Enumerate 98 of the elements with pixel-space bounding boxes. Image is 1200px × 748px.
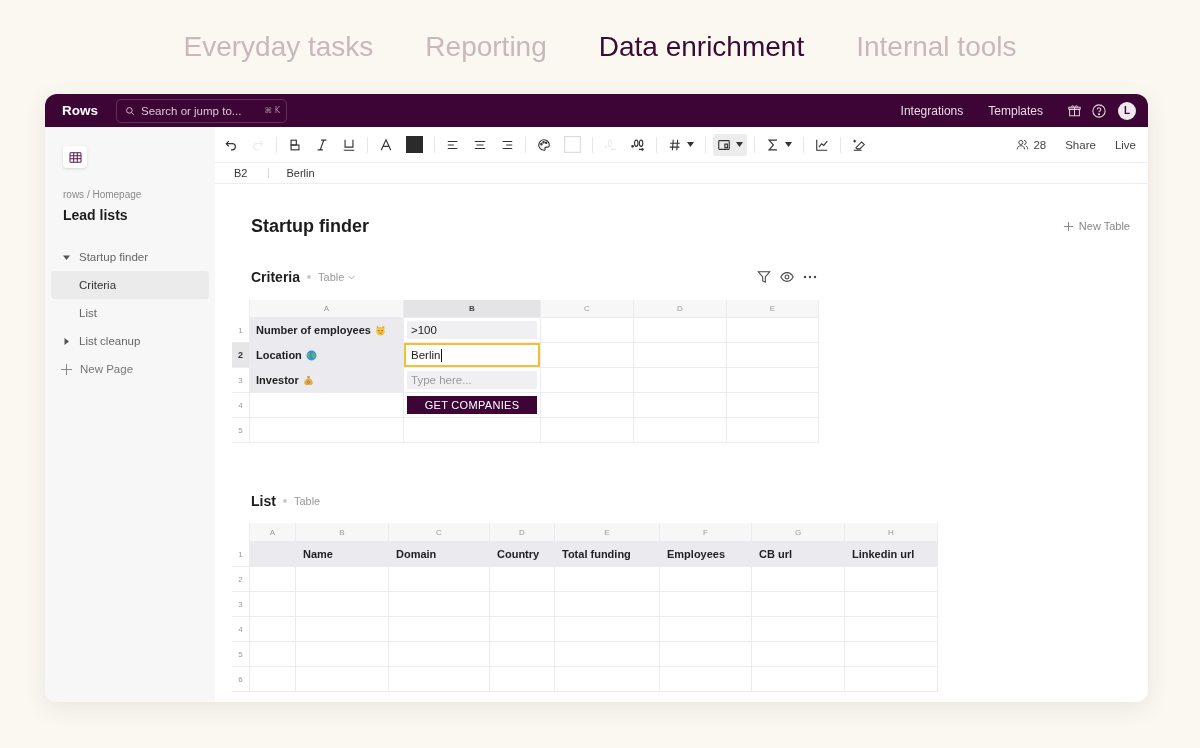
row-number[interactable]: 2 [232,343,250,368]
column-header[interactable]: B [404,300,541,318]
criterion-label: Number of employees [256,324,371,336]
table-type-label: Table [293,495,321,507]
column-title: Domain [389,542,490,567]
value-field[interactable]: Berlin [404,343,540,367]
caret-icon[interactable] [63,253,70,261]
palette-icon [537,137,551,152]
page-item[interactable]: List [51,299,209,327]
column-title: Country [490,542,555,567]
column-header[interactable]: F [660,523,752,542]
row-number[interactable]: 3 [232,592,250,617]
page-title: Startup finder [251,215,369,237]
more-icon[interactable] [803,275,817,279]
page-item[interactable]: Startup finder [51,243,209,271]
column-title: Name [296,542,389,567]
color-swatch-icon [406,136,423,153]
filter-icon[interactable] [757,270,771,284]
column-title: Total funding [555,542,660,567]
nav-tab[interactable]: Everyday tasks [183,29,374,65]
row-number[interactable]: 2 [232,567,250,592]
table-title: List [251,493,276,509]
column-header[interactable]: C [389,523,490,542]
column-header[interactable]: A [250,300,404,318]
underline-icon [342,137,356,152]
row-number[interactable]: 5 [232,642,250,667]
avatar[interactable]: L [1118,101,1136,120]
row-number[interactable]: 4 [232,393,250,418]
globe-icon [305,349,317,361]
row-number[interactable]: 5 [232,418,250,443]
share-button[interactable]: Share [1065,138,1096,151]
new-page-button[interactable]: New Page [51,355,209,383]
criterion-label: Location [256,349,302,361]
column-header[interactable]: E [727,300,819,318]
criterion-label: Investor [256,374,299,386]
color-swatch-icon [564,136,581,153]
nav-link[interactable]: Integrations [900,103,964,118]
sum-icon [766,137,780,152]
column-title: CB url [752,542,845,567]
text-cursor [441,348,443,362]
column-title: Employees [660,542,752,567]
gift-icon[interactable] [1068,104,1081,117]
breadcrumb: rows / Homepage [63,188,143,202]
row-number[interactable]: 4 [232,617,250,642]
bold-icon [288,137,302,152]
value-field[interactable]: >100 [407,321,537,339]
plus-icon [61,363,72,375]
plus-icon [1062,220,1074,232]
hash-icon [668,137,682,152]
table-icon[interactable] [63,146,87,168]
app-logo[interactable]: Rows [62,103,98,118]
nav-tab[interactable]: Data enrichment [598,29,805,65]
nav-tab[interactable]: Internal tools [856,29,1017,65]
formula-value[interactable]: Berlin [286,167,315,179]
cell-icon [717,137,731,152]
table-title: Criteria [251,269,301,285]
money-bag-icon [302,374,314,386]
search-icon [125,105,135,116]
nav-tab[interactable]: Reporting [425,29,547,65]
cat-face-icon [374,324,386,336]
action-button[interactable]: GET COMPANIES [407,396,537,414]
column-header[interactable]: D [490,523,555,542]
bullet-icon [282,499,287,503]
bullet-icon [307,275,312,279]
text-color-icon [379,137,393,152]
column-header[interactable]: G [752,523,845,542]
row-number[interactable]: 6 [232,667,250,692]
eye-icon[interactable] [780,270,794,284]
page-item[interactable]: List cleanup [51,327,209,355]
column-header[interactable]: E [555,523,660,542]
cell-reference: B2 [234,167,248,179]
column-header[interactable]: C [541,300,634,318]
column-header[interactable]: A [250,523,296,542]
column-header[interactable]: H [845,523,938,542]
italic-icon [315,137,329,152]
cell-format-button[interactable] [713,133,747,156]
nav-link[interactable]: Templates [988,103,1043,118]
collaborators-button[interactable]: 28 [1016,138,1047,151]
column-title: Linkedin url [845,542,938,567]
caret-icon[interactable] [63,337,70,345]
keyboard-shortcut: ⌘ K [264,106,280,115]
caret-icon [785,142,792,147]
live-button[interactable]: Live [1114,138,1136,151]
table-type-button[interactable]: Table [318,271,357,283]
sidebar-title: Lead lists [63,206,129,225]
column-header[interactable]: D [634,300,727,318]
search-field[interactable]: Search or jump to... ⌘ K [116,98,287,123]
value-field[interactable]: Type here... [407,371,537,389]
column-header[interactable]: B [296,523,389,542]
caret-icon [687,142,694,147]
people-icon [1016,138,1030,151]
line-chart-icon [815,137,829,152]
caret-icon [736,142,743,147]
new-table-button[interactable]: New Table [1062,220,1130,232]
eraser-icon [852,137,866,152]
page-item[interactable]: Criteria [51,271,209,299]
help-icon[interactable] [1092,103,1106,118]
decimals-icon [631,137,645,152]
